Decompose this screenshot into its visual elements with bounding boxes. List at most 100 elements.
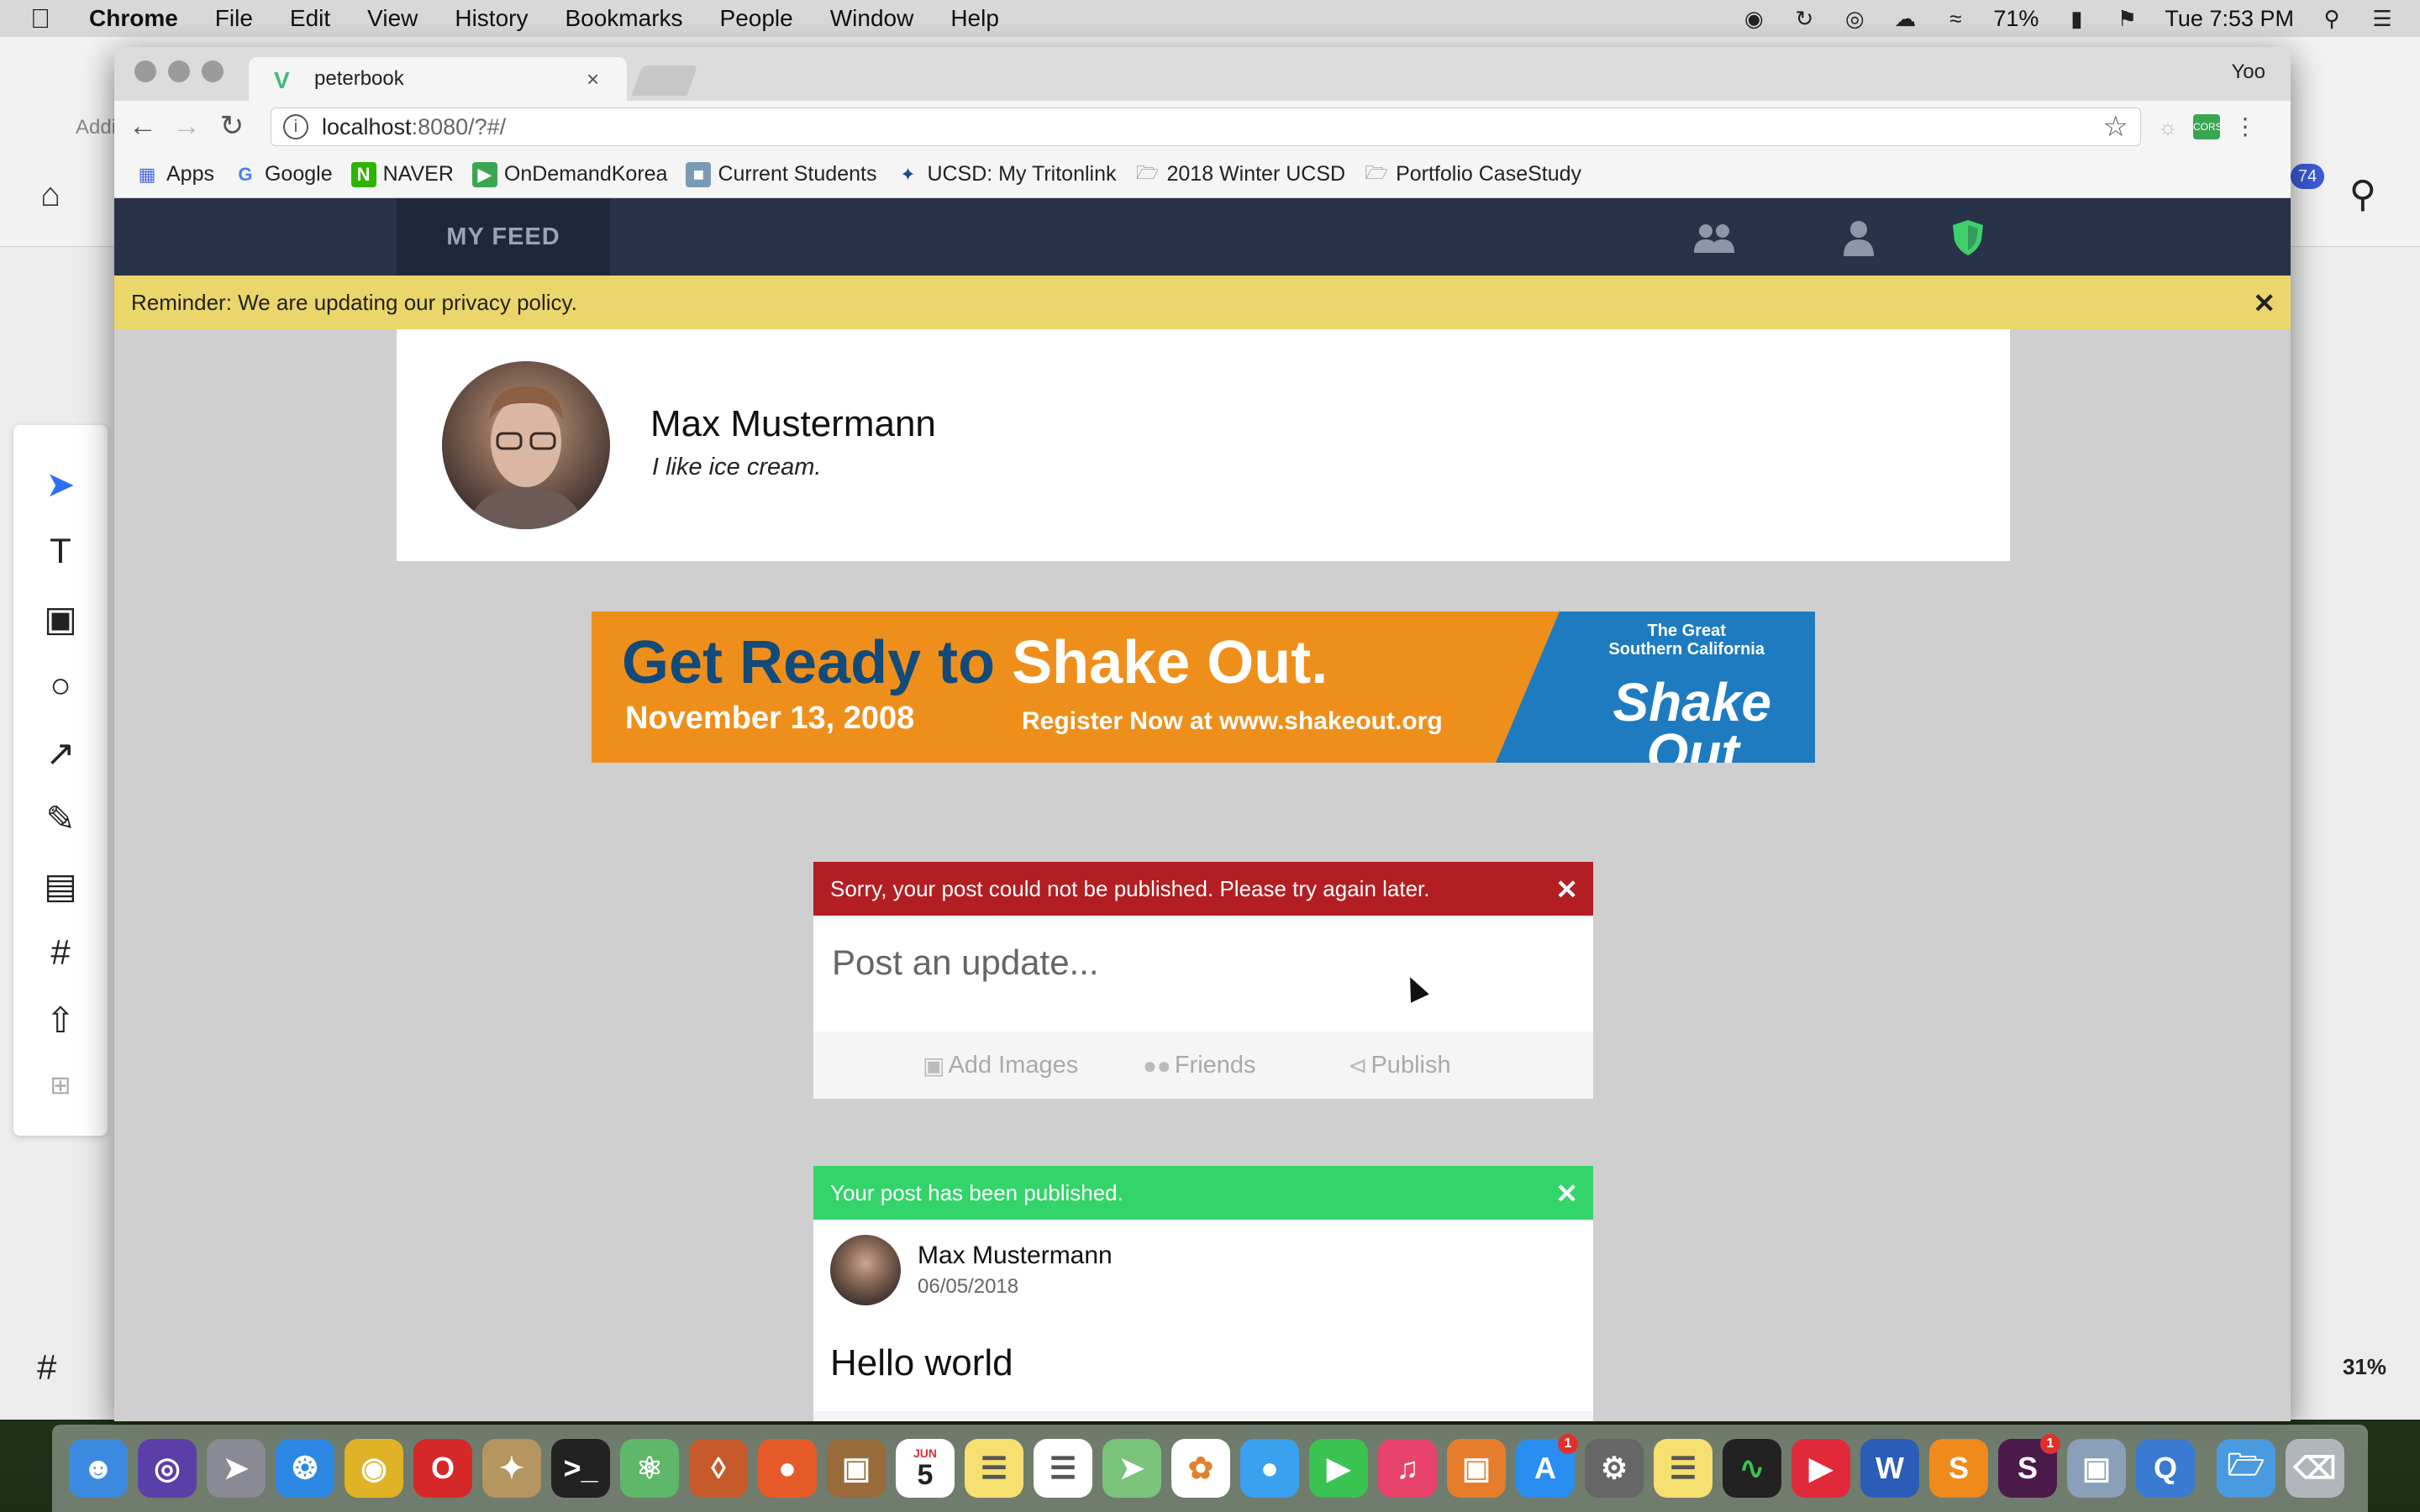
menubar-clock[interactable]: Tue 7:53 PM: [2165, 6, 2294, 32]
avatar[interactable]: [830, 1235, 901, 1305]
photos-icon[interactable]: ✿: [1171, 1439, 1230, 1498]
tab-close-icon[interactable]: ×: [587, 66, 612, 92]
battery-icon[interactable]: ▮: [2064, 6, 2089, 31]
select-tool-icon[interactable]: ➤: [13, 459, 108, 509]
like-button[interactable]: ♥0: [981, 1416, 1021, 1421]
close-icon[interactable]: ✕: [2253, 287, 2275, 319]
post-update-input[interactable]: Post an update...: [832, 942, 1099, 983]
post-author[interactable]: Max Mustermann: [918, 1242, 1113, 1270]
profile-button[interactable]: Yoo: [2232, 60, 2266, 84]
frame-icon[interactable]: #: [37, 1347, 56, 1388]
facetime-icon[interactable]: ▶: [1309, 1439, 1368, 1498]
menu-app-name[interactable]: Chrome: [89, 5, 178, 32]
finder-icon[interactable]: ☻: [69, 1439, 128, 1498]
launchpad-icon[interactable]: ➤: [207, 1439, 266, 1498]
screen-record-icon[interactable]: ◉: [1741, 6, 1766, 31]
bookmark-2018-winter-ucsd[interactable]: 🗁 2018 Winter UCSD: [1135, 162, 1345, 187]
user-icon[interactable]: [1833, 217, 1884, 259]
apple-menu-icon[interactable]: : [30, 3, 64, 34]
ad-banner[interactable]: Get Ready to Shake Out. November 13, 200…: [592, 612, 1815, 763]
bookmark-tritonlink[interactable]: ✦ UCSD: My Tritonlink: [895, 162, 1116, 187]
close-icon[interactable]: ✕: [1555, 1178, 1578, 1210]
bookmark-current-students[interactable]: ■ Current Students: [686, 161, 876, 187]
system-preferences-icon[interactable]: ⚙: [1585, 1439, 1644, 1498]
bookmark-ondemandkorea[interactable]: ▶ OnDemandKorea: [471, 161, 667, 187]
quicktime-player-icon[interactable]: ▶: [1791, 1439, 1850, 1498]
wifi-icon[interactable]: ≈: [1943, 6, 1968, 31]
ibooks-icon[interactable]: ▣: [1447, 1439, 1506, 1498]
trash-icon[interactable]: ⌫: [2286, 1439, 2344, 1498]
downloads-folder-icon[interactable]: 🗁: [2217, 1439, 2275, 1498]
close-icon[interactable]: ✕: [1555, 874, 1578, 906]
menu-view[interactable]: View: [367, 5, 418, 32]
atom-icon[interactable]: ⚛: [620, 1439, 679, 1498]
zoom-window-button[interactable]: [202, 60, 224, 82]
zoom-level[interactable]: 31%: [2343, 1354, 2386, 1380]
extension-icon[interactable]: ☼: [2154, 114, 2181, 139]
site-info-icon[interactable]: i: [283, 114, 308, 139]
nav-my-feed[interactable]: MY FEED: [397, 198, 610, 276]
app-store-icon[interactable]: A1: [1516, 1434, 1578, 1498]
bookmark-naver[interactable]: N NAVER: [350, 161, 454, 187]
avatar[interactable]: [442, 361, 610, 529]
spotlight-search-icon[interactable]: ⚲: [2319, 6, 2344, 31]
forward-arrow-icon[interactable]: →: [168, 108, 205, 144]
shield-icon[interactable]: [1943, 217, 1993, 259]
notes-icon[interactable]: ☰: [965, 1439, 1023, 1498]
siri-icon[interactable]: ◎: [138, 1439, 197, 1498]
menu-window[interactable]: Window: [830, 5, 914, 32]
reminders-icon[interactable]: ☰: [1034, 1439, 1092, 1498]
menu-bookmarks[interactable]: Bookmarks: [565, 5, 682, 32]
back-arrow-icon[interactable]: ←: [124, 108, 161, 144]
preview-icon[interactable]: ✦: [482, 1439, 541, 1498]
bookmark-google[interactable]: G Google: [233, 162, 332, 187]
notification-center-icon[interactable]: ☰: [2370, 6, 2395, 31]
notification-icon[interactable]: ☁: [1892, 6, 1918, 31]
pen-tool-icon[interactable]: ✎: [13, 793, 108, 843]
terminal-icon[interactable]: >_: [551, 1439, 610, 1498]
home-icon[interactable]: ⌂: [40, 176, 60, 214]
minimize-window-button[interactable]: [168, 60, 190, 82]
background-search-icon[interactable]: ⚲: [2349, 173, 2376, 216]
circle-tool-icon[interactable]: ○: [13, 660, 108, 711]
menu-help[interactable]: Help: [950, 5, 999, 32]
menu-people[interactable]: People: [720, 5, 793, 32]
bookmark-apps[interactable]: ▦ Apps: [134, 162, 214, 187]
reload-icon[interactable]: ↻: [213, 108, 250, 144]
frame-tool-icon[interactable]: #: [13, 927, 108, 978]
activity-monitor-icon[interactable]: ∿: [1723, 1439, 1781, 1498]
add-images-button[interactable]: ▣ Add Images: [923, 1052, 1078, 1079]
publish-button[interactable]: ⊲ Publish: [1348, 1052, 1451, 1079]
sticky-note-tool-icon[interactable]: ▣: [13, 593, 108, 643]
comment-button[interactable]: ●0: [1368, 1416, 1407, 1421]
slack-icon[interactable]: S1: [1998, 1434, 2060, 1498]
text-tool-icon[interactable]: T: [13, 526, 108, 576]
messages-icon[interactable]: ●: [1240, 1439, 1299, 1498]
friends-icon[interactable]: [1689, 217, 1739, 259]
comment-tool-icon[interactable]: ▤: [13, 860, 108, 911]
word-icon[interactable]: W: [1860, 1439, 1919, 1498]
quicktime-icon[interactable]: Q: [2136, 1439, 2195, 1498]
firefox-icon[interactable]: ●: [758, 1439, 817, 1498]
time-machine-icon[interactable]: ↻: [1791, 6, 1817, 31]
tab-peterbook[interactable]: V peterbook ×: [249, 57, 627, 101]
image-capture-icon[interactable]: ▣: [2067, 1439, 2126, 1498]
sketch-app-icon[interactable]: ◊: [689, 1439, 748, 1498]
calendar-icon[interactable]: JUN 5: [896, 1439, 955, 1498]
cors-extension-icon[interactable]: CORS: [2193, 114, 2223, 139]
chrome-menu-icon[interactable]: ⋮: [2232, 114, 2259, 139]
flag-icon[interactable]: ⚑: [2114, 6, 2139, 31]
eye-icon[interactable]: ◎: [1842, 6, 1867, 31]
add-tool-icon[interactable]: ⊞: [13, 1060, 108, 1110]
itunes-icon[interactable]: ♫: [1378, 1439, 1437, 1498]
sublime-text-icon[interactable]: S: [1929, 1439, 1988, 1498]
menu-history[interactable]: History: [455, 5, 528, 32]
notebook-icon[interactable]: ▣: [827, 1439, 886, 1498]
address-bar[interactable]: i localhost:8080/?#/ ☆: [271, 108, 2141, 146]
close-window-button[interactable]: [134, 60, 156, 82]
new-tab-button[interactable]: [631, 66, 698, 96]
bookmark-star-icon[interactable]: ☆: [2103, 110, 2128, 144]
chrome-icon[interactable]: ◉: [345, 1439, 403, 1498]
maps-icon[interactable]: ➤: [1102, 1439, 1161, 1498]
menu-edit[interactable]: Edit: [290, 5, 330, 32]
